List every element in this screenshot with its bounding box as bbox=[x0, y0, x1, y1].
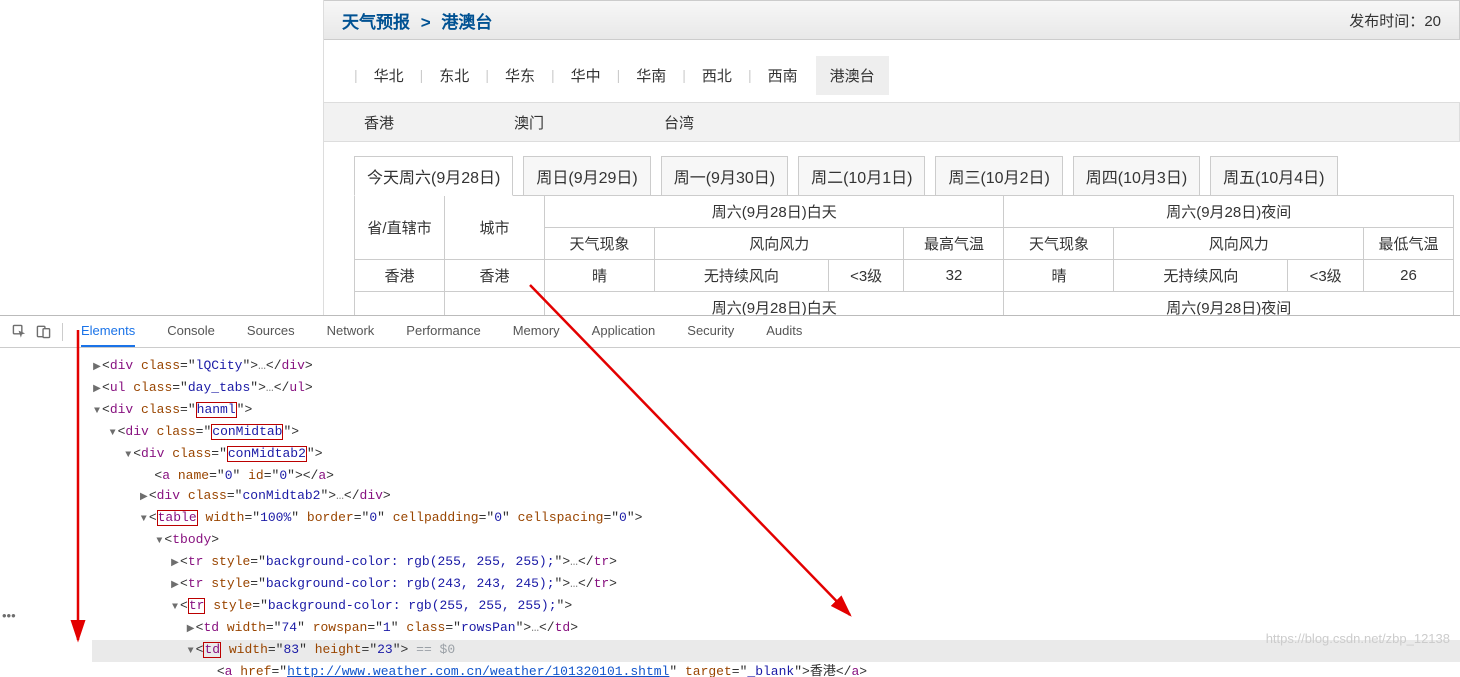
devtab-memory[interactable]: Memory bbox=[513, 316, 560, 347]
dom-line[interactable]: ▼<tbody> bbox=[92, 530, 1460, 552]
dom-line[interactable]: ▶<tr style="background-color: rgb(243, 2… bbox=[92, 574, 1460, 596]
cell-day-windlvl: <3级 bbox=[828, 260, 904, 292]
dom-line[interactable]: ▼<div class="hanml"> bbox=[92, 400, 1460, 422]
devtab-network[interactable]: Network bbox=[327, 316, 375, 347]
devtools-toolbar: Elements Console Sources Network Perform… bbox=[0, 316, 1460, 348]
region-tab-huanan[interactable]: 华南 bbox=[622, 56, 680, 95]
breadcrumb: 天气预报 > 港澳台 发布时间：20 bbox=[324, 0, 1460, 40]
devtools-panel: Elements Console Sources Network Perform… bbox=[0, 315, 1460, 650]
dom-tree[interactable]: ▶<div class="lQCity">…</div> ▶<ul class=… bbox=[0, 348, 1460, 677]
cell-max: 32 bbox=[904, 260, 1004, 292]
region-tabs: | 华北| 东北| 华东| 华中| 华南| 西北| 西南 港澳台 bbox=[324, 54, 1460, 96]
dom-line[interactable]: ▼<table width="100%" border="0" cellpadd… bbox=[92, 508, 1460, 530]
day-tab-6[interactable]: 周五(10月4日) bbox=[1210, 156, 1337, 196]
devtab-console[interactable]: Console bbox=[167, 316, 215, 347]
dom-line[interactable]: ▶<ul class="day_tabs">…</ul> bbox=[92, 378, 1460, 400]
cell-prov: 香港 bbox=[355, 260, 445, 292]
devtab-application[interactable]: Application bbox=[592, 316, 656, 347]
dom-line[interactable]: <a name="0" id="0"></a> bbox=[92, 466, 1460, 486]
region-tab-huabei[interactable]: 华北 bbox=[360, 56, 418, 95]
subregion-macau[interactable]: 澳门 bbox=[514, 112, 664, 133]
devtab-security[interactable]: Security bbox=[687, 316, 734, 347]
region-tab-huazhong[interactable]: 华中 bbox=[557, 56, 615, 95]
th-night-weather: 天气现象 bbox=[1004, 228, 1114, 260]
cell-min: 26 bbox=[1364, 260, 1454, 292]
devtab-sources[interactable]: Sources bbox=[247, 316, 295, 347]
th-maxt: 最高气温 bbox=[904, 228, 1004, 260]
toolbar-divider bbox=[62, 323, 63, 341]
sub-region-tabs: 香港 澳门 台湾 bbox=[324, 102, 1460, 142]
dom-line[interactable]: ▶<tr style="background-color: rgb(255, 2… bbox=[92, 552, 1460, 574]
dom-line[interactable]: ▶<div class="lQCity">…</div> bbox=[92, 356, 1460, 378]
cell-night-weather: 晴 bbox=[1004, 260, 1114, 292]
breadcrumb-leaf[interactable]: 港澳台 bbox=[441, 13, 492, 32]
subregion-taiwan[interactable]: 台湾 bbox=[664, 112, 814, 133]
region-tab-huadong[interactable]: 华东 bbox=[491, 56, 549, 95]
th-province: 省/直辖市 bbox=[355, 196, 445, 260]
cell-day-winddir: 无持续风向 bbox=[655, 260, 829, 292]
day-tab-0[interactable]: 今天周六(9月28日) bbox=[354, 156, 513, 196]
table-row: 香港 香港 晴 无持续风向 <3级 32 晴 无持续风向 <3级 26 bbox=[355, 260, 1454, 292]
day-tabs: 今天周六(9月28日) 周日(9月29日) 周一(9月30日) 周二(10月1日… bbox=[324, 156, 1460, 196]
weather-table: 省/直辖市 城市 周六(9月28日)白天 周六(9月28日)夜间 天气现象 风向… bbox=[354, 195, 1454, 315]
region-tab-gat[interactable]: 港澳台 bbox=[816, 56, 889, 95]
day-tab-3[interactable]: 周二(10月1日) bbox=[798, 156, 925, 196]
th-city: 城市 bbox=[445, 196, 545, 260]
region-tab-xinan[interactable]: 西南 bbox=[754, 56, 812, 95]
th-day-weather: 天气现象 bbox=[545, 228, 655, 260]
day-tab-1[interactable]: 周日(9月29日) bbox=[523, 156, 650, 196]
device-toggle-icon[interactable] bbox=[32, 321, 54, 343]
cell-city[interactable]: 香港 bbox=[445, 260, 545, 292]
day-tab-2[interactable]: 周一(9月30日) bbox=[661, 156, 788, 196]
devtools-tabs: Elements Console Sources Network Perform… bbox=[81, 316, 802, 347]
th-mint: 最低气温 bbox=[1364, 228, 1454, 260]
cell-night-windlvl: <3级 bbox=[1288, 260, 1364, 292]
table-header-row1: 省/直辖市 城市 周六(9月28日)白天 周六(9月28日)夜间 bbox=[355, 196, 1454, 228]
breadcrumb-sep: > bbox=[421, 13, 431, 32]
dom-line[interactable]: ▼<div class="conMidtab2"> bbox=[92, 444, 1460, 466]
breadcrumb-root[interactable]: 天气预报 bbox=[342, 13, 410, 32]
dom-line-selected[interactable]: ▼<td width="83" height="23"> == $0 bbox=[92, 640, 1460, 662]
devtab-elements[interactable]: Elements bbox=[81, 316, 135, 347]
day-tab-5[interactable]: 周四(10月3日) bbox=[1073, 156, 1200, 196]
th-night-group: 周六(9月28日)夜间 bbox=[1004, 196, 1454, 228]
th-night-wind: 风向风力 bbox=[1114, 228, 1364, 260]
inspect-icon[interactable] bbox=[8, 321, 30, 343]
dom-line[interactable]: ▼<div class="conMidtab"> bbox=[92, 422, 1460, 444]
region-tab-dongbei[interactable]: 东北 bbox=[425, 56, 483, 95]
publish-time: 发布时间：20 bbox=[1349, 10, 1441, 31]
subregion-hk[interactable]: 香港 bbox=[364, 112, 514, 133]
ellipsis-icon[interactable]: ••• bbox=[2, 608, 16, 623]
devtab-audits[interactable]: Audits bbox=[766, 316, 802, 347]
day-tab-4[interactable]: 周三(10月2日) bbox=[935, 156, 1062, 196]
table-header-row1b: 周六(9月28日)白天 周六(9月28日)夜间 bbox=[355, 292, 1454, 316]
dom-line[interactable]: ▼<tr style="background-color: rgb(255, 2… bbox=[92, 596, 1460, 618]
cell-day-weather: 晴 bbox=[545, 260, 655, 292]
cell-night-winddir: 无持续风向 bbox=[1114, 260, 1288, 292]
devtab-performance[interactable]: Performance bbox=[406, 316, 480, 347]
dom-line[interactable]: ▶<div class="conMidtab2">…</div> bbox=[92, 486, 1460, 508]
watermark: https://blog.csdn.net/zbp_12138 bbox=[1266, 631, 1450, 646]
dom-line[interactable]: ▶<td width="74" rowspan="1" class="rowsP… bbox=[92, 618, 1460, 640]
weather-panel: 天气预报 > 港澳台 发布时间：20 | 华北| 东北| 华东| 华中| 华南|… bbox=[323, 0, 1460, 315]
th-day-wind: 风向风力 bbox=[655, 228, 904, 260]
region-tab-xibei[interactable]: 西北 bbox=[688, 56, 746, 95]
dom-line[interactable]: <a href="http://www.weather.com.cn/weath… bbox=[92, 662, 1460, 677]
th-day-group: 周六(9月28日)白天 bbox=[545, 196, 1004, 228]
